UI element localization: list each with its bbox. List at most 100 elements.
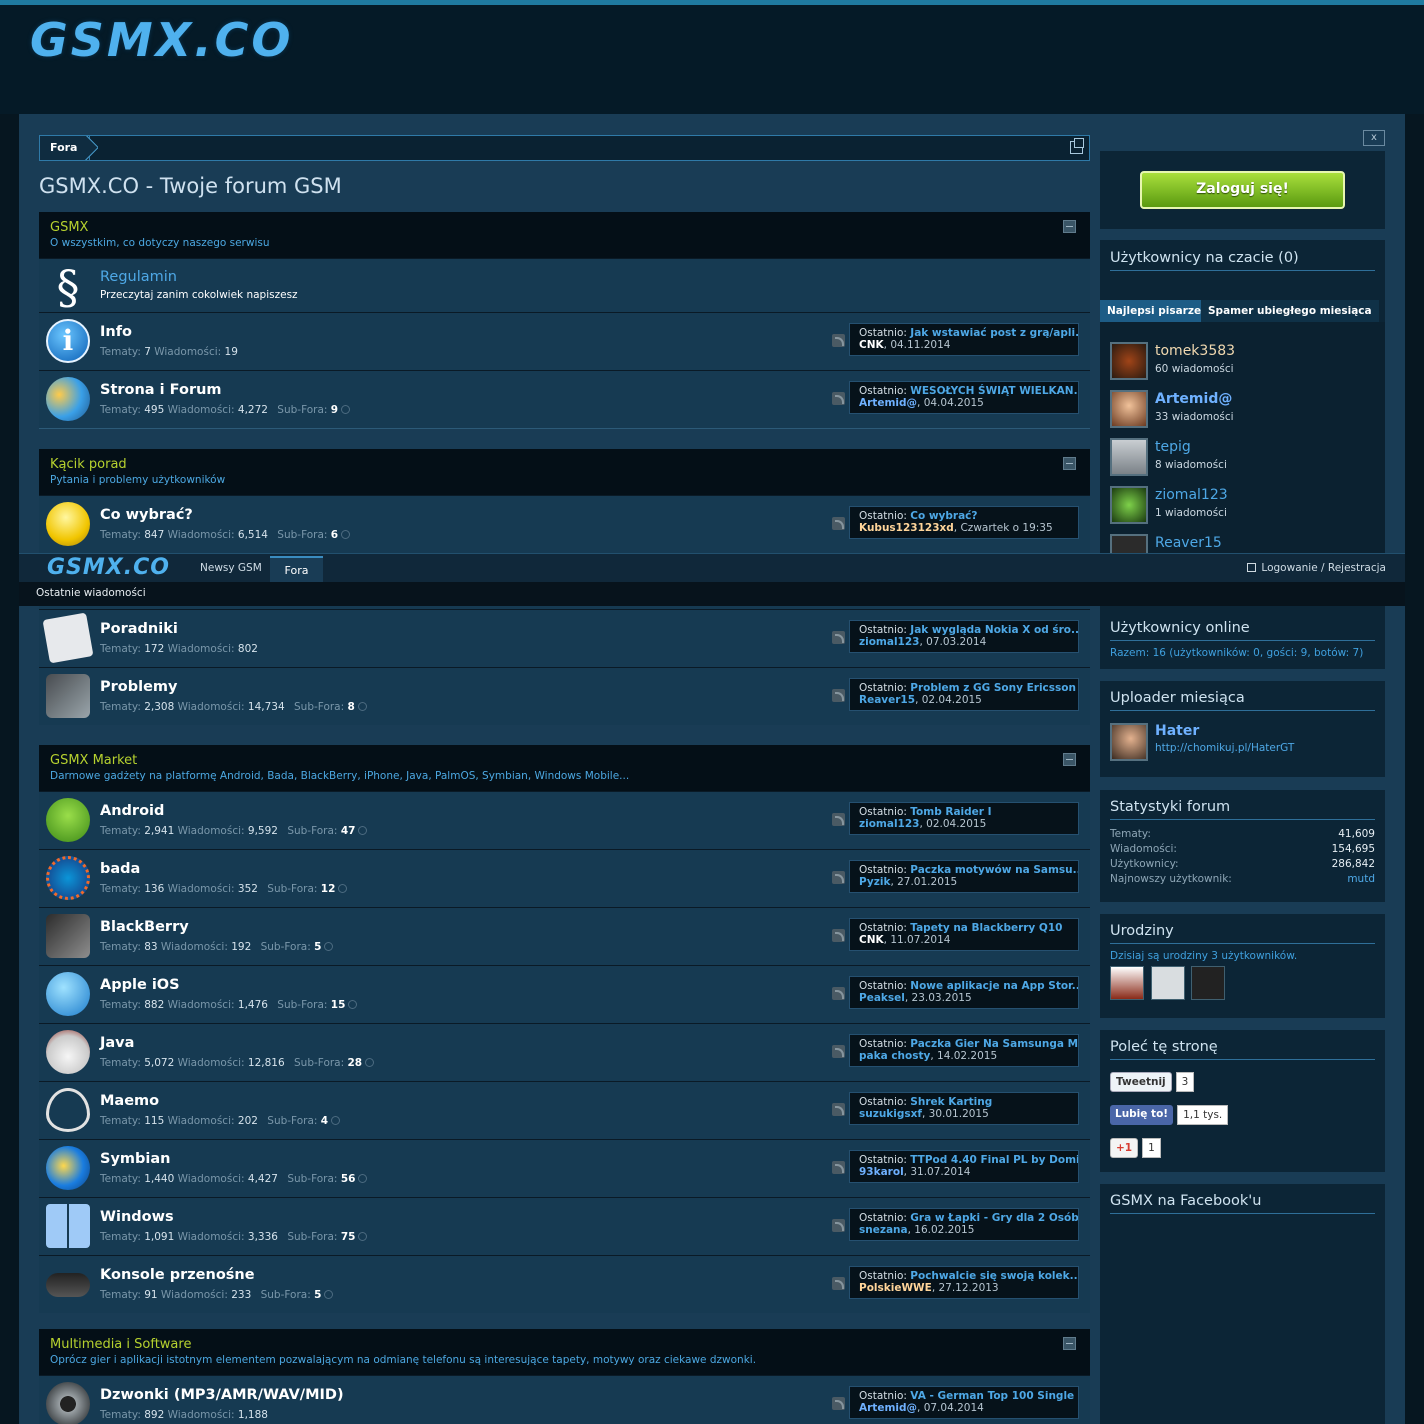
collapse-icon[interactable] — [1063, 220, 1076, 233]
rss-icon[interactable] — [832, 334, 845, 347]
last-post-title[interactable]: Tapety na Blackberry Q10 — [910, 922, 1062, 934]
rss-icon[interactable] — [832, 1161, 845, 1174]
category-title[interactable]: Multimedia i Software — [50, 1337, 1079, 1352]
online-title[interactable]: Użytkownicy online — [1110, 620, 1375, 641]
forum-node[interactable]: Poradniki Tematy: 172 Wiadomości: 802 Osta… — [39, 609, 1090, 667]
writer-name[interactable]: Artemid@ — [1155, 391, 1232, 407]
last-post-user[interactable]: CNK — [859, 934, 884, 946]
recent-posts-link[interactable]: Ostatnie wiadomości — [36, 587, 146, 599]
avatar[interactable] — [1110, 486, 1148, 524]
node-title[interactable]: Symbian — [100, 1151, 170, 1167]
node-title[interactable]: Poradniki — [100, 621, 178, 637]
sidebar-close-button[interactable]: x — [1363, 130, 1385, 146]
writer-name[interactable]: ziomal123 — [1155, 487, 1228, 503]
last-post-title[interactable]: Pochwalcie się swoją kolek... — [910, 1270, 1078, 1282]
rss-icon[interactable] — [832, 929, 845, 942]
nav-tab-fora[interactable]: Fora — [270, 556, 323, 583]
subforums-toggle[interactable]: Sub-Fora: 47 — [287, 825, 368, 837]
avatar[interactable] — [1110, 342, 1148, 380]
last-post-title[interactable]: Gra w Łapki - Gry dla 2 Osób... — [910, 1212, 1078, 1224]
rss-icon[interactable] — [832, 813, 845, 826]
rss-icon[interactable] — [832, 1045, 845, 1058]
last-post-user[interactable]: Reaver15 — [859, 694, 915, 706]
category-title[interactable]: GSMX Market — [50, 753, 1079, 768]
node-title[interactable]: Java — [100, 1035, 134, 1051]
subforums-toggle[interactable]: Sub-Fora: 15 — [277, 999, 358, 1011]
forum-node[interactable]: Info Tematy: 7 Wiadomości: 19 Ostatnio: Ja… — [39, 312, 1090, 370]
subforums-toggle[interactable]: Sub-Fora: 75 — [287, 1231, 368, 1243]
writer-item[interactable]: Artemid@ 33 wiadomości — [1110, 390, 1370, 430]
subforums-toggle[interactable]: Sub-Fora: 5 — [261, 1289, 334, 1301]
last-post-user[interactable]: Kubus123123xd — [859, 522, 954, 534]
forum-node[interactable]: Problemy Tematy: 2,308 Wiadomości: 14,734… — [39, 667, 1090, 725]
tweet-button[interactable]: Tweetnij — [1110, 1072, 1172, 1092]
gplus-button[interactable]: +1 — [1110, 1138, 1139, 1158]
node-title[interactable]: Strona i Forum — [100, 382, 222, 398]
login-register-link[interactable]: Logowanie / Rejestracja — [1247, 562, 1386, 574]
last-post-title[interactable]: TTPod 4.40 Final PL by Domi... — [910, 1154, 1078, 1166]
forum-node[interactable]: Maemo Tematy: 115 Wiadomości: 202 Sub-For… — [39, 1081, 1090, 1139]
jump-to-icon[interactable] — [1070, 138, 1084, 154]
category-title[interactable]: GSMX — [50, 220, 1079, 235]
writer-name[interactable]: Reaver15 — [1155, 535, 1222, 551]
rss-icon[interactable] — [832, 871, 845, 884]
last-post-title[interactable]: Jak wygląda Nokia X od śro... — [910, 624, 1078, 636]
subforums-toggle[interactable]: Sub-Fora: 56 — [287, 1173, 368, 1185]
avatar[interactable] — [1110, 438, 1148, 476]
last-post-user[interactable]: suzukigsxf — [859, 1108, 922, 1120]
rss-icon[interactable] — [832, 1219, 845, 1232]
last-post-title[interactable]: Nowe aplikacje na App Stor... — [910, 980, 1078, 992]
subforums-toggle[interactable]: Sub-Fora: 5 — [261, 941, 334, 953]
node-title[interactable]: Problemy — [100, 679, 177, 695]
forum-node[interactable]: bada Tematy: 136 Wiadomości: 352 Sub-Fora… — [39, 849, 1090, 907]
forum-node[interactable]: Android Tematy: 2,941 Wiadomości: 9,592 S… — [39, 791, 1090, 849]
subforums-toggle[interactable]: Sub-Fora: 4 — [267, 1115, 341, 1127]
subforums-toggle[interactable]: Sub-Fora: 9 — [277, 404, 351, 416]
tab-spammer[interactable]: Spamer ubiegłego miesiąca — [1201, 300, 1379, 322]
last-post-title[interactable]: Tomb Raider I — [910, 806, 991, 818]
node-title[interactable]: Apple iOS — [100, 977, 180, 993]
forum-node[interactable]: Windows Tematy: 1,091 Wiadomości: 3,336 S… — [39, 1197, 1090, 1255]
nav-tab-newsy[interactable]: Newsy GSM — [200, 562, 262, 574]
site-logo[interactable]: GSMX.CO — [30, 13, 293, 67]
last-post-user[interactable]: 93karol — [859, 1166, 904, 1178]
rss-icon[interactable] — [832, 631, 845, 644]
avatar[interactable] — [1110, 534, 1148, 553]
like-button[interactable]: Lubię to! — [1110, 1105, 1174, 1125]
rss-icon[interactable] — [832, 987, 845, 1000]
node-title[interactable]: Maemo — [100, 1093, 159, 1109]
uploader-name[interactable]: Hater — [1155, 723, 1199, 739]
node-title[interactable]: BlackBerry — [100, 919, 189, 935]
last-post-user[interactable]: ziomal123 — [859, 818, 919, 830]
last-post-title[interactable]: Shrek Karting — [910, 1096, 992, 1108]
rss-icon[interactable] — [832, 392, 845, 405]
birthday-avatar[interactable] — [1191, 966, 1225, 1000]
subforums-toggle[interactable]: Sub-Fora: 8 — [294, 701, 367, 713]
last-post-user[interactable]: Pyzik — [859, 876, 890, 888]
last-post-title[interactable]: Paczka motywów na Samsu... — [910, 864, 1078, 876]
birthday-avatar[interactable] — [1110, 966, 1144, 1000]
navbar-logo[interactable]: GSMX.CO — [47, 555, 170, 580]
last-post-user[interactable]: Artemid@ — [859, 397, 917, 409]
writer-name[interactable]: tomek3583 — [1155, 343, 1235, 359]
forum-node[interactable]: Dzwonki (MP3/AMR/WAV/MID) Tematy: 892 Wia… — [39, 1375, 1090, 1424]
node-title[interactable]: Co wybrać? — [100, 507, 193, 523]
writer-item[interactable]: ziomal123 1 wiadomości — [1110, 486, 1370, 526]
writer-item[interactable]: tomek3583 60 wiadomości — [1110, 342, 1370, 382]
forum-node[interactable]: Java Tematy: 5,072 Wiadomości: 12,816 Sub… — [39, 1023, 1090, 1081]
node-title[interactable]: bada — [100, 861, 140, 877]
tab-best-writers[interactable]: Najlepsi pisarze — [1100, 300, 1209, 322]
last-post-title[interactable]: Co wybrać? — [910, 510, 977, 522]
collapse-icon[interactable] — [1063, 457, 1076, 470]
collapse-icon[interactable] — [1063, 1337, 1076, 1350]
node-title[interactable]: Dzwonki (MP3/AMR/WAV/MID) — [100, 1387, 344, 1403]
login-button[interactable]: Zaloguj się! — [1140, 171, 1345, 209]
last-post-user[interactable]: Artemid@ — [859, 1402, 917, 1414]
forum-node[interactable]: BlackBerry Tematy: 83 Wiadomości: 192 Sub… — [39, 907, 1090, 965]
rss-icon[interactable] — [832, 517, 845, 530]
rss-icon[interactable] — [832, 1103, 845, 1116]
last-post-user[interactable]: snezana — [859, 1224, 908, 1236]
writer-item[interactable]: tepig 8 wiadomości — [1110, 438, 1370, 478]
last-post-title[interactable]: Paczka Gier Na Samsunga Mo... — [910, 1038, 1078, 1050]
node-title[interactable]: Regulamin — [100, 269, 177, 285]
